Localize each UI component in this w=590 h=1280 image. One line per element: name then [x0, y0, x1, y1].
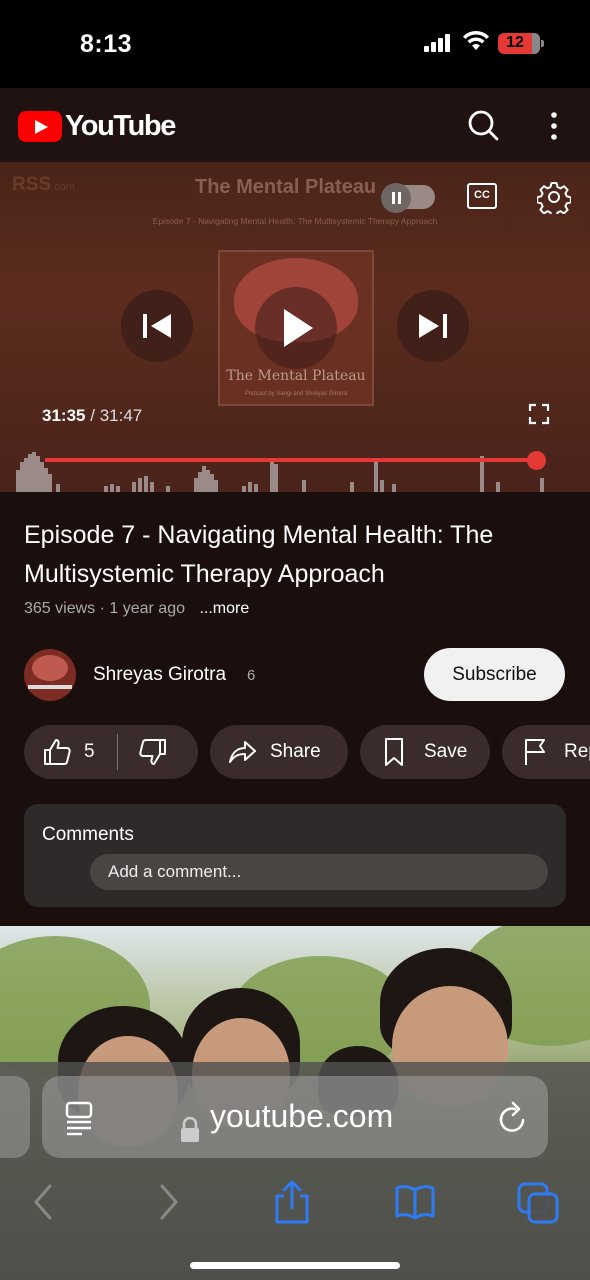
- skip-next-icon: [419, 314, 447, 338]
- waveform-bar: [380, 480, 384, 492]
- video-overlay-subtitle: Episode 7 - Navigating Mental Health: Th…: [152, 216, 438, 226]
- share-icon: [229, 741, 256, 763]
- share-sheet-icon[interactable]: [271, 1180, 313, 1224]
- save-label: Save: [424, 741, 468, 762]
- home-indicator: [190, 1262, 400, 1269]
- fullscreen-icon[interactable]: [528, 403, 550, 425]
- skip-previous-icon: [143, 314, 171, 338]
- comments-section[interactable]: Comments Add a comment...: [24, 804, 566, 907]
- waveform-bar: [392, 484, 396, 492]
- waveform-bar: [214, 480, 218, 492]
- thumbs-down-icon[interactable]: [136, 736, 168, 768]
- channel-avatar[interactable]: [24, 649, 76, 701]
- reload-icon[interactable]: [497, 1100, 529, 1136]
- like-divider: [116, 734, 118, 770]
- view-count: 365 views: [24, 600, 96, 617]
- current-time: 31:35: [42, 406, 86, 425]
- progress-bar[interactable]: [45, 458, 537, 462]
- share-button[interactable]: Share: [210, 725, 348, 779]
- channel-name[interactable]: Shreyas Girotra: [93, 664, 226, 686]
- bookmark-icon: [385, 738, 403, 766]
- back-icon[interactable]: [22, 1180, 64, 1224]
- upload-age: · 1 year ago: [99, 600, 185, 617]
- play-icon: [284, 309, 313, 347]
- waveform-bar: [374, 462, 378, 492]
- gear-icon[interactable]: [537, 180, 571, 214]
- bookmarks-icon[interactable]: [394, 1180, 436, 1224]
- url-text[interactable]: youtube.com: [210, 1098, 393, 1135]
- youtube-header: YouTube: [0, 88, 590, 162]
- signal-icon: [424, 34, 452, 52]
- share-label: Share: [270, 741, 321, 762]
- like-dislike-pill: 5: [24, 725, 198, 779]
- captions-button[interactable]: CC: [467, 183, 497, 209]
- address-bar[interactable]: youtube.com: [42, 1076, 548, 1158]
- like-count[interactable]: 5: [84, 741, 95, 763]
- waveform-bar: [350, 482, 354, 492]
- video-meta[interactable]: 365 views · 1 year ago ...more: [24, 600, 249, 618]
- previous-button[interactable]: [121, 290, 193, 362]
- waveform-bar: [496, 482, 500, 492]
- youtube-wordmark: YouTube: [65, 110, 176, 142]
- duration: 31:47: [99, 406, 143, 425]
- browser-chrome: youtube.com: [0, 1062, 590, 1280]
- wifi-icon: [463, 30, 489, 50]
- report-label: Report: [564, 741, 590, 762]
- waveform-bar: [138, 478, 142, 492]
- more-link[interactable]: ...more: [199, 600, 249, 617]
- autoplay-toggle[interactable]: [381, 183, 435, 213]
- pause-icon: [381, 183, 411, 213]
- waveform-bar: [248, 482, 252, 492]
- more-vertical-icon[interactable]: [540, 110, 568, 142]
- cover-art-subtitle: Podcast by Sangi and Shreyas Girotra: [244, 391, 348, 397]
- forward-icon[interactable]: [148, 1180, 190, 1224]
- battery-level: 12: [506, 34, 524, 51]
- video-details: Episode 7 - Navigating Mental Health: Th…: [0, 492, 590, 926]
- youtube-logo[interactable]: YouTube: [18, 110, 176, 143]
- comments-label: Comments: [42, 824, 134, 845]
- time-separator: /: [90, 406, 95, 425]
- play-button[interactable]: [255, 287, 337, 369]
- waveform-bar: [302, 480, 306, 492]
- action-row: 5 Share Save Report: [24, 725, 590, 779]
- lock-icon: [181, 1116, 199, 1142]
- subscribe-button[interactable]: Subscribe: [424, 648, 565, 701]
- reader-mode-icon[interactable]: [64, 1100, 96, 1136]
- video-title[interactable]: Episode 7 - Navigating Mental Health: Th…: [24, 516, 564, 594]
- save-button[interactable]: Save: [360, 725, 490, 779]
- video-player[interactable]: RSS.com The Mental Plateau Episode 7 - N…: [0, 162, 590, 492]
- flag-icon: [525, 739, 545, 765]
- time-display: 31:35 / 31:47: [42, 406, 142, 426]
- report-button[interactable]: Report: [502, 725, 590, 779]
- video-overlay-title: The Mental Plateau: [195, 176, 377, 198]
- tabs-icon[interactable]: [517, 1180, 559, 1224]
- waveform-bar: [274, 464, 278, 492]
- waveform-bar: [150, 482, 154, 492]
- thumbs-up-icon[interactable]: [42, 736, 74, 768]
- subscriber-count: 6: [247, 667, 256, 684]
- progress-scrubber[interactable]: [527, 451, 546, 470]
- status-time: 8:13: [80, 30, 133, 58]
- previous-tab-peek[interactable]: [0, 1076, 30, 1158]
- add-comment-input[interactable]: Add a comment...: [90, 854, 548, 890]
- waveform-bar: [110, 484, 114, 492]
- battery-icon: 12: [498, 33, 544, 54]
- status-bar: 8:13 12: [0, 0, 590, 88]
- waveform-bar: [48, 474, 52, 492]
- cover-art-title: The Mental Plateau: [226, 368, 366, 384]
- waveform-bar: [144, 476, 148, 492]
- waveform-bar: [540, 478, 544, 492]
- search-icon[interactable]: [466, 108, 500, 142]
- next-button[interactable]: [397, 290, 469, 362]
- waveform-bar: [132, 482, 136, 492]
- rss-logo: RSS.com: [12, 174, 75, 195]
- waveform-bar: [56, 484, 60, 492]
- youtube-play-icon: [18, 111, 62, 142]
- waveform-bar: [254, 484, 258, 492]
